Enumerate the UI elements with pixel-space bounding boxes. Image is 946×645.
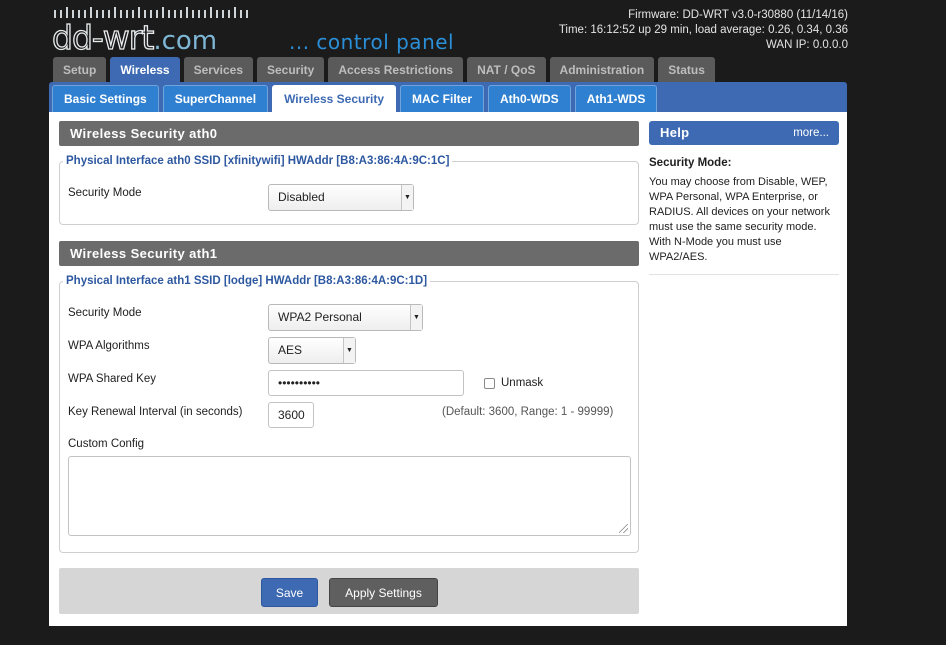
shared-key-label: WPA Shared Key <box>68 373 156 385</box>
help-divider <box>649 274 839 275</box>
sub-nav-tabs: Basic Settings SuperChannel Wireless Sec… <box>52 85 658 112</box>
wpa-algorithms-value: AES <box>278 343 303 357</box>
logo[interactable]: dd-wrt.com <box>51 17 218 61</box>
tagline: ... control panel <box>289 30 455 54</box>
custom-config-textarea[interactable] <box>68 456 631 536</box>
header: dd-wrt.com ... control panel Firmware: D… <box>0 0 946 58</box>
system-info: Firmware: DD-WRT v3.0-r30880 (11/14/16) … <box>559 8 848 53</box>
tab-services[interactable]: Services <box>183 57 253 82</box>
save-button[interactable]: Save <box>261 578 318 607</box>
sub-nav-bar: Basic Settings SuperChannel Wireless Sec… <box>49 82 847 112</box>
tab-status[interactable]: Status <box>658 57 715 82</box>
tab-setup[interactable]: Setup <box>53 57 107 82</box>
key-renewal-hint: (Default: 3600, Range: 1 - 99999) <box>442 406 614 418</box>
tab-access-restrictions[interactable]: Access Restrictions <box>328 57 464 82</box>
tab-security[interactable]: Security <box>257 57 325 82</box>
content-panel: Wireless Security ath0 Physical Interfac… <box>49 112 847 626</box>
help-title: Help <box>660 125 690 140</box>
main-nav-tabs: Setup Wireless Services Security Access … <box>53 57 715 83</box>
tab-wireless[interactable]: Wireless <box>110 57 180 83</box>
logo-suffix: .com <box>153 26 218 56</box>
firmware-version: Firmware: DD-WRT v3.0-r30880 (11/14/16) <box>628 9 848 21</box>
subtab-ath1-wds[interactable]: Ath1-WDS <box>574 85 658 112</box>
wpa-algorithms-select[interactable]: AES ▼ <box>268 337 356 364</box>
custom-config-label: Custom Config <box>68 438 145 450</box>
dropdown-arrow-icon: ▼ <box>401 185 413 210</box>
logo-ticks-decoration <box>54 7 248 18</box>
subtab-basic-settings[interactable]: Basic Settings <box>52 85 159 112</box>
section-title-ath0: Wireless Security ath0 <box>59 121 639 146</box>
button-bar: Save Apply Settings <box>59 568 639 614</box>
tab-administration[interactable]: Administration <box>549 57 655 82</box>
help-text: You may choose from Disable, WEP, WPA Pe… <box>649 176 830 263</box>
section-title-ath1: Wireless Security ath1 <box>59 241 639 266</box>
tab-nat-qos[interactable]: NAT / QoS <box>467 57 546 82</box>
security-mode-label-ath1: Security Mode <box>68 307 142 319</box>
unmask-checkbox[interactable] <box>484 378 495 389</box>
help-more-link[interactable]: more... <box>793 121 829 145</box>
subtab-mac-filter[interactable]: MAC Filter <box>400 85 485 112</box>
logo-text: dd-wrt <box>51 17 155 57</box>
help-subtitle: Security Mode: <box>649 157 732 169</box>
security-mode-value-ath0: Disabled <box>278 190 325 204</box>
wpa-algorithms-label: WPA Algorithms <box>68 340 150 352</box>
help-header: Help more... <box>649 121 839 145</box>
security-mode-select-ath0[interactable]: Disabled ▼ <box>268 184 414 211</box>
dropdown-arrow-icon: ▼ <box>410 305 422 330</box>
key-renewal-input[interactable]: 3600 <box>268 402 314 428</box>
subtab-superchannel[interactable]: SuperChannel <box>162 85 269 112</box>
legend-ath1: Physical Interface ath1 SSID [lodge] HWA… <box>66 275 428 287</box>
apply-settings-button[interactable]: Apply Settings <box>329 578 438 607</box>
dropdown-arrow-icon: ▼ <box>343 338 355 363</box>
uptime-load: Time: 16:12:52 up 29 min, load average: … <box>558 24 848 36</box>
wan-ip: WAN IP: 0.0.0.0 <box>765 39 848 51</box>
security-mode-label-ath0: Security Mode <box>68 187 142 199</box>
unmask-label: Unmask <box>501 377 544 389</box>
shared-key-input[interactable]: •••••••••• <box>268 370 464 396</box>
security-mode-value-ath1: WPA2 Personal <box>278 310 362 324</box>
subtab-wireless-security[interactable]: Wireless Security <box>272 85 397 112</box>
legend-ath0: Physical Interface ath0 SSID [xfinitywif… <box>66 155 450 167</box>
key-renewal-label: Key Renewal Interval (in seconds) <box>68 406 243 418</box>
resize-grip-icon[interactable] <box>619 524 628 533</box>
security-mode-select-ath1[interactable]: WPA2 Personal ▼ <box>268 304 423 331</box>
subtab-ath0-wds[interactable]: Ath0-WDS <box>488 85 571 112</box>
